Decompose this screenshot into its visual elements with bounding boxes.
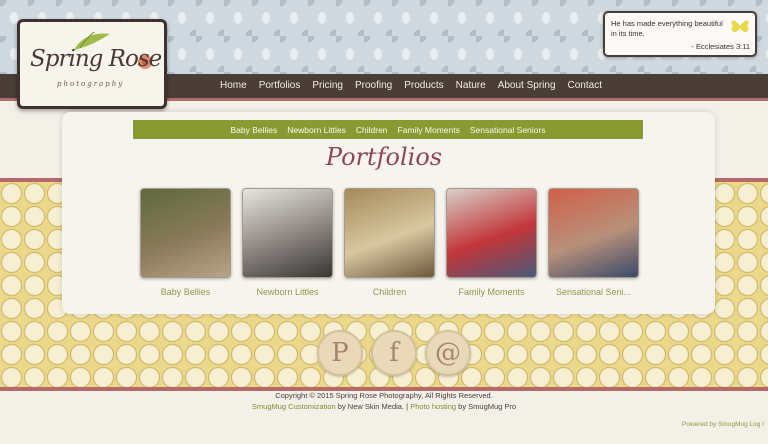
- nav-nature[interactable]: Nature: [450, 78, 492, 94]
- butterfly-icon: [731, 20, 749, 32]
- verse-text: He has made everything beautiful in its …: [611, 19, 723, 38]
- gallery-item-children[interactable]: Children: [344, 188, 435, 297]
- subnav-baby-bellies[interactable]: Baby Bellies: [226, 125, 283, 135]
- nav-portfolios[interactable]: Portfolios: [253, 78, 307, 94]
- nav-home[interactable]: Home: [214, 78, 253, 94]
- pinterest-icon[interactable]: P: [317, 330, 363, 376]
- gallery-item-newborn-littles[interactable]: Newborn Littles: [242, 188, 333, 297]
- gallery-thumbnail[interactable]: [242, 188, 333, 278]
- subnav-family-moments[interactable]: Family Moments: [393, 125, 465, 135]
- subnav-sensational-seniors[interactable]: Sensational Seniors: [465, 125, 551, 135]
- gallery-item-family-moments[interactable]: Family Moments: [446, 188, 537, 297]
- gallery-label[interactable]: Sensational Seni...: [544, 287, 644, 297]
- nav-products[interactable]: Products: [398, 78, 449, 94]
- gallery-item-baby-bellies[interactable]: Baby Bellies: [140, 188, 231, 297]
- gallery-label[interactable]: Newborn Littles: [238, 287, 338, 297]
- footer: Copyright © 2015 Spring Rose Photography…: [0, 390, 768, 412]
- verse-reference: - Ecclesiates 3:11: [691, 42, 750, 51]
- gallery-thumbnail[interactable]: [548, 188, 639, 278]
- gallery-thumbnail[interactable]: [446, 188, 537, 278]
- footer-credits: SmugMug Customization by New Skin Media.…: [0, 401, 768, 412]
- verse-box: He has made everything beautiful in its …: [603, 11, 757, 57]
- nav-pricing[interactable]: Pricing: [306, 78, 349, 94]
- subnav-children[interactable]: Children: [351, 125, 393, 135]
- credit-text: by New Skin Media. |: [335, 402, 411, 411]
- gallery-item-sensational-seniors[interactable]: Sensational Seni...: [548, 188, 639, 297]
- copyright-text: Copyright © 2015 Spring Rose Photography…: [275, 391, 493, 400]
- portfolio-subnav: Baby Bellies Newborn Littles Children Fa…: [133, 120, 643, 139]
- nav-about-spring[interactable]: About Spring: [492, 78, 562, 94]
- main-nav: Home Portfolios Pricing Proofing Product…: [214, 78, 608, 94]
- logo-script: Spring Rose: [30, 46, 162, 72]
- email-icon[interactable]: @: [425, 330, 471, 376]
- gallery-thumbnail[interactable]: [344, 188, 435, 278]
- nav-contact[interactable]: Contact: [562, 78, 608, 94]
- credit-text-2: by SmugMug Pro: [456, 402, 517, 411]
- gallery-thumbnail[interactable]: [140, 188, 231, 278]
- powered-by-link[interactable]: Powered by SmugMug Log I: [682, 421, 764, 428]
- logo[interactable]: Spring Rose photography: [17, 19, 167, 109]
- photo-hosting-link[interactable]: Photo hosting: [410, 402, 456, 411]
- social-links: P f @: [317, 330, 471, 376]
- gallery-label[interactable]: Family Moments: [442, 287, 542, 297]
- logo-subtitle: photography: [57, 80, 125, 88]
- portfolio-gallery: Baby Bellies Newborn Littles Children Fa…: [140, 188, 639, 297]
- gallery-label[interactable]: Children: [340, 287, 440, 297]
- subnav-newborn-littles[interactable]: Newborn Littles: [282, 125, 351, 135]
- smugmug-customization-link[interactable]: SmugMug Customization: [252, 402, 336, 411]
- page-title: Portfolios: [325, 143, 443, 171]
- facebook-icon[interactable]: f: [371, 330, 417, 376]
- nav-proofing[interactable]: Proofing: [349, 78, 398, 94]
- gallery-label[interactable]: Baby Bellies: [136, 287, 236, 297]
